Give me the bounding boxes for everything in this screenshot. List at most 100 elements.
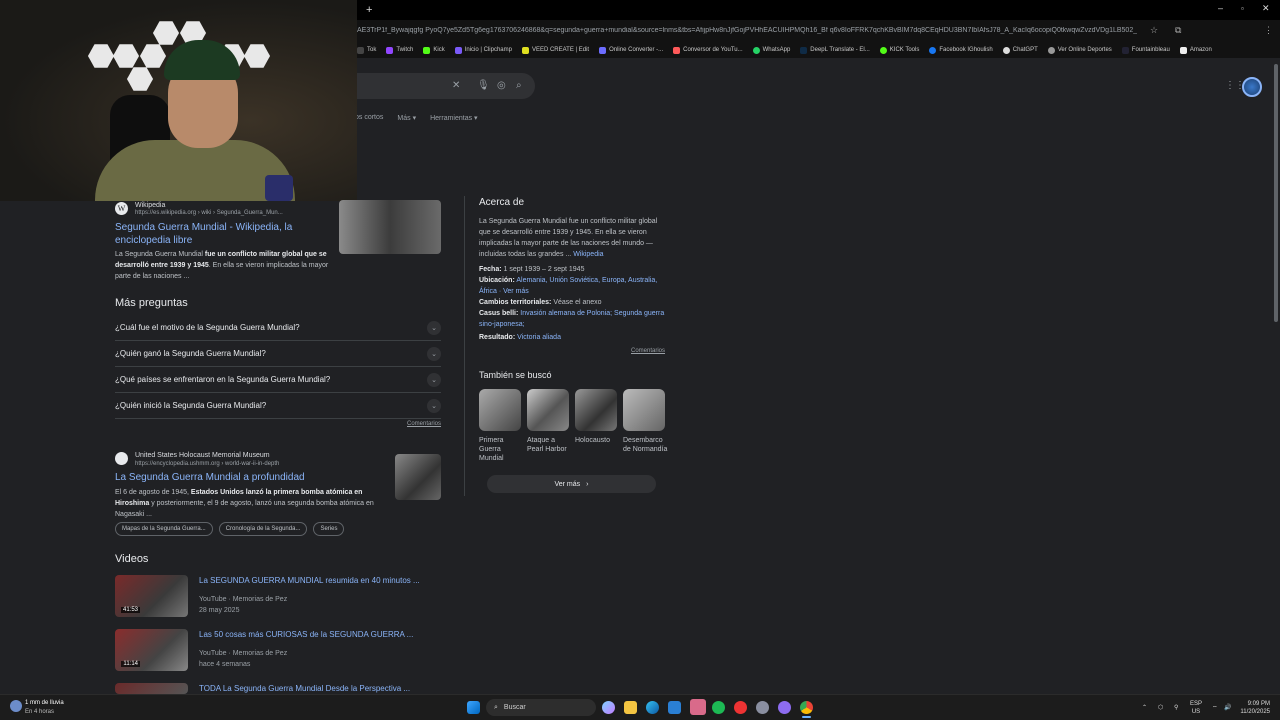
bookmark-item[interactable]: Facebook IGhoulish	[929, 46, 993, 54]
bookmark-item[interactable]: Tok	[357, 46, 376, 54]
video-duration: 41:53	[120, 607, 140, 613]
video-thumbnail[interactable]: 41:53	[115, 575, 188, 617]
see-more-button[interactable]: Ver más ›	[487, 475, 656, 493]
edge-icon[interactable]	[646, 701, 659, 714]
windows-start-icon[interactable]	[467, 701, 480, 714]
faq-feedback-link[interactable]: Comentarios	[407, 421, 441, 427]
result-title-link[interactable]: Segunda Guerra Mundial - Wikipedia, la e…	[115, 221, 325, 247]
video-title-link[interactable]: Las 50 cosas más CURIOSAS de la SEGUNDA …	[199, 630, 413, 639]
webcam-overlay	[0, 0, 357, 201]
result-title-link[interactable]: La Segunda Guerra Mundial a profundidad	[115, 472, 305, 483]
file-explorer-icon[interactable]	[624, 701, 637, 714]
result-thumbnail[interactable]	[395, 454, 441, 500]
chevron-right-icon: ›	[586, 480, 589, 488]
taskbar-search[interactable]: ⌕ Buscar	[486, 699, 596, 716]
tray-chevron-icon[interactable]: ⌃	[1142, 704, 1147, 711]
store-icon[interactable]	[668, 701, 681, 714]
search-tabs: os cortos Más ▾ Herramientas ▾	[355, 114, 478, 122]
chevron-down-icon: ⌄	[427, 372, 441, 387]
faq-item[interactable]: ¿Quién ganó la Segunda Guerra Mundial? ⌄	[115, 341, 441, 367]
panel-feedback-link[interactable]: Comentarios	[631, 348, 665, 354]
maximize-icon[interactable]: ▫	[1241, 4, 1244, 13]
ushmm-favicon	[115, 452, 128, 465]
bookmark-star-icon[interactable]: ☆	[1150, 25, 1158, 36]
bookmark-item[interactable]: WhatsApp	[752, 46, 790, 54]
app-icon-red[interactable]	[734, 701, 747, 714]
tray-usb-icon[interactable]: ⚲	[1174, 704, 1178, 711]
language-indicator[interactable]: ESP US	[1190, 700, 1202, 716]
also-searched-heading: También se buscó	[479, 370, 552, 380]
related-tile-label[interactable]: Ataque a Pearl Harbor	[527, 436, 573, 454]
microphone-icon[interactable]: 🎙	[477, 80, 490, 91]
chip[interactable]: Mapas de la Segunda Guerra...	[115, 522, 213, 536]
clear-search-icon[interactable]: ✕	[452, 80, 460, 91]
related-tile-label[interactable]: Holocausto	[575, 436, 621, 445]
close-icon[interactable]: ✕	[1262, 3, 1270, 14]
chip[interactable]: Cronología de la Segunda...	[218, 522, 308, 536]
bookmark-item[interactable]: Inicio | Clipchamp	[454, 46, 512, 54]
related-tile-image[interactable]	[527, 389, 569, 431]
minimize-icon[interactable]: –	[1218, 3, 1223, 13]
related-tile-label[interactable]: Primera Guerra Mundial	[479, 436, 525, 463]
windows-taskbar	[0, 694, 1280, 720]
bookmark-item[interactable]: ChatGPT	[1002, 46, 1038, 54]
settings-gear-icon[interactable]	[756, 701, 769, 714]
chrome-icon[interactable]	[800, 701, 813, 714]
related-tile-image[interactable]	[623, 389, 665, 431]
related-tile-image[interactable]	[479, 389, 521, 431]
new-tab-button[interactable]: +	[366, 4, 372, 16]
bookmark-item[interactable]: VEED CREATE | Edit	[521, 46, 589, 54]
faq-item[interactable]: ¿Qué países se enfrentaron en la Segunda…	[115, 367, 441, 393]
browser-menu-icon[interactable]: ⋮	[1264, 25, 1273, 36]
bookmark-item[interactable]: Conversor de YouTu...	[673, 46, 743, 54]
copilot-icon[interactable]	[602, 701, 615, 714]
video-thumbnail[interactable]	[115, 683, 188, 694]
tab-short-videos[interactable]: os cortos	[355, 114, 383, 122]
bookmark-item[interactable]: Twitch	[386, 46, 413, 54]
video-title-link[interactable]: TODA La Segunda Guerra Mundial Desde la …	[199, 684, 410, 693]
chevron-down-icon: ⌄	[427, 320, 441, 335]
wifi-icon[interactable]: ⌔	[1212, 704, 1218, 712]
app-icon-pink[interactable]	[690, 699, 706, 715]
wikipedia-link[interactable]: Wikipedia	[573, 251, 603, 258]
result-thumbnail[interactable]	[339, 200, 441, 254]
lens-icon[interactable]: ◎	[497, 80, 506, 91]
faq-item[interactable]: ¿Quién inició la Segunda Guerra Mundial?…	[115, 393, 441, 419]
faq-item[interactable]: ¿Cuál fue el motivo de la Segunda Guerra…	[115, 315, 441, 341]
bookmark-item[interactable]: DeepL Translate - El...	[800, 46, 870, 54]
app-icon-purple[interactable]	[778, 701, 791, 714]
fact-row: Ubicación: Alemania, Unión Soviética, Eu…	[479, 277, 658, 295]
tab-tools[interactable]: Herramientas ▾	[430, 114, 477, 122]
video-source: YouTube · Memorias de Pez	[199, 596, 288, 603]
bookmark-item[interactable]: Kick	[423, 46, 445, 54]
extensions-icon[interactable]: ⧉	[1175, 25, 1181, 36]
faq-heading: Más preguntas	[115, 297, 188, 309]
result-site-name: United States Holocaust Memorial Museum	[135, 452, 270, 459]
spotify-icon[interactable]	[712, 701, 725, 714]
tray-app-icon[interactable]: ⬡	[1158, 704, 1163, 711]
bookmark-item[interactable]: Ver Online Deportes	[1047, 46, 1112, 54]
search-icon[interactable]: ⌕	[516, 80, 522, 91]
clock[interactable]: 9:09 PM 11/20/2025	[1238, 700, 1270, 716]
bookmark-item[interactable]: Online Converter -...	[599, 46, 663, 54]
weather-title[interactable]: 1 mm de lluvia	[25, 700, 64, 706]
avatar[interactable]	[1242, 77, 1262, 97]
video-date: hace 4 semanas	[199, 661, 251, 668]
related-tile-image[interactable]	[575, 389, 617, 431]
related-tile-label[interactable]: Desembarco de Normandía	[623, 436, 669, 454]
url-text[interactable]: AE3TrP1f_Bywajqgfg PyoQ7ye5Zd5Tg6eg17637…	[357, 27, 1137, 34]
scrollbar-thumb[interactable]	[1274, 64, 1278, 322]
volume-icon[interactable]: 🔊	[1224, 704, 1231, 711]
bookmark-item[interactable]: KICK Tools	[879, 46, 919, 54]
tab-more[interactable]: Más ▾	[397, 114, 416, 122]
result-url: https://es.wikipedia.org › wiki › Segund…	[135, 210, 283, 216]
bookmark-item[interactable]: Amazon	[1179, 46, 1212, 54]
video-title-link[interactable]: La SEGUNDA GUERRA MUNDIAL resumida en 40…	[199, 576, 420, 585]
chip[interactable]: Series	[313, 522, 345, 536]
panel-divider	[464, 196, 465, 496]
chip-row: Mapas de la Segunda Guerra... Cronología…	[115, 522, 345, 536]
weather-icon[interactable]	[10, 700, 22, 712]
video-thumbnail[interactable]: 11:14	[115, 629, 188, 671]
bookmark-item[interactable]: Fountainbleau	[1121, 46, 1170, 54]
fact-row: Fecha: 1 sept 1939 – 2 sept 1945	[479, 266, 585, 273]
